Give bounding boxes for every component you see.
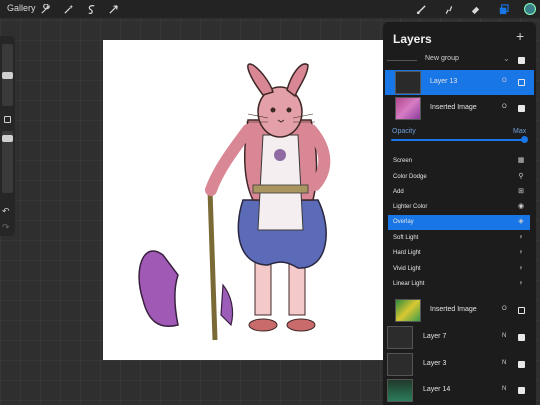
layer-blend-mode[interactable]: N <box>502 386 506 392</box>
layer-row-layer-14[interactable]: Layer 14 N <box>385 378 534 403</box>
layer-name: Layer 13 <box>430 78 458 85</box>
axe-blade-right <box>220 283 234 327</box>
smudge-icon[interactable] <box>441 2 455 16</box>
hard-light-icon: ♀ <box>518 249 524 256</box>
blend-mode-label: Overlay <box>393 219 414 225</box>
blend-mode-linear-light[interactable]: Linear Light ♀ <box>388 277 530 292</box>
blend-mode-vivid-light[interactable]: Vivid Light ♀ <box>388 262 530 277</box>
layer-thumbnail <box>387 353 413 376</box>
layer-thumbnail <box>387 326 413 349</box>
layer-blend-mode[interactable]: N <box>502 360 506 366</box>
blend-mode-add[interactable]: Add ⊞ <box>388 185 530 200</box>
layer-name: Inserted Image <box>430 104 477 111</box>
drawing-canvas[interactable] <box>103 40 383 360</box>
layer-visibility-checkbox[interactable] <box>518 334 525 341</box>
blend-mode-label: Hard Light <box>393 250 421 256</box>
blend-mode-label: Screen <box>393 158 413 164</box>
brush-size-slider[interactable] <box>2 44 13 106</box>
wrench-icon[interactable] <box>38 2 52 16</box>
layer-name: Layer 7 <box>423 333 447 340</box>
layer-thumbnail <box>395 299 421 322</box>
group-name: New group <box>425 55 459 62</box>
gallery-button[interactable]: Gallery <box>7 3 36 13</box>
magic-wand-icon[interactable] <box>61 2 75 16</box>
top-toolbar: Gallery <box>0 0 540 18</box>
chevron-down-icon[interactable]: ⌄ <box>503 54 510 63</box>
eraser-icon[interactable] <box>468 2 482 16</box>
layer-opacity-slider[interactable] <box>391 139 527 141</box>
blend-mode-label: Linear Light <box>393 281 425 287</box>
left-ear <box>247 63 274 96</box>
layer-name: Layer 14 <box>423 386 451 393</box>
blend-mode-screen[interactable]: Screen ▦ <box>388 154 530 169</box>
overlay-icon: ◈ <box>518 218 524 225</box>
layer-name: Inserted Image <box>430 306 477 313</box>
layer-opacity-knob[interactable] <box>521 136 528 143</box>
opacity-label: Opacity <box>392 128 416 135</box>
opacity-thumb[interactable] <box>2 135 13 142</box>
blend-mode-label: Color Dodge <box>393 174 427 180</box>
rabbit-illustration <box>138 63 331 341</box>
layer-visibility-checkbox[interactable] <box>518 387 525 394</box>
layer-blend-mode[interactable]: N <box>502 333 506 339</box>
blend-mode-hard-light[interactable]: Hard Light ♀ <box>388 246 530 261</box>
layer-visibility-checkbox[interactable] <box>518 79 525 86</box>
blend-mode-color-dodge[interactable]: Color Dodge ⚲ <box>388 170 530 185</box>
blend-mode-overlay[interactable]: Overlay ◈ <box>388 215 530 230</box>
screen-icon: ▦ <box>517 157 525 164</box>
blend-mode-lighter-color[interactable]: Lighter Color ◉ <box>388 200 530 215</box>
blend-mode-label: Vivid Light <box>393 266 421 272</box>
modify-button[interactable] <box>4 116 11 123</box>
blend-mode-label: Soft Light <box>393 235 419 241</box>
blend-mode-label: Lighter Color <box>393 204 428 210</box>
brush-icon[interactable] <box>414 2 428 16</box>
brush-size-thumb[interactable] <box>2 72 13 79</box>
layers-icon[interactable] <box>496 2 510 16</box>
layer-blend-mode[interactable]: O <box>502 78 507 84</box>
blend-mode-soft-light[interactable]: Soft Light ♀ <box>388 231 530 246</box>
layer-blend-mode[interactable]: O <box>502 104 507 110</box>
blend-mode-label: Add <box>393 189 404 195</box>
vivid-light-icon: ♀ <box>518 265 524 272</box>
layers-panel-title: Layers <box>393 32 432 46</box>
layers-panel: Layers + New group ⌄ Layer 13 O Inserted… <box>383 22 536 405</box>
opacity-max-label: Max <box>513 128 527 135</box>
layer-row-inserted-image-2[interactable]: Inserted Image O <box>385 298 534 323</box>
transform-icon[interactable] <box>106 2 120 16</box>
layer-row-layer-13[interactable]: Layer 13 O <box>385 70 534 95</box>
layer-visibility-checkbox[interactable] <box>518 105 525 112</box>
layer-visibility-checkbox[interactable] <box>518 307 525 314</box>
layer-thumbnail <box>395 97 421 120</box>
selection-icon[interactable] <box>84 2 98 16</box>
axe-head <box>138 250 179 327</box>
group-divider <box>387 60 417 61</box>
layer-thumbnail <box>387 379 413 402</box>
layer-visibility-checkbox[interactable] <box>518 361 525 368</box>
left-sidebar: ↶ ↷ <box>0 36 15 236</box>
right-ear <box>286 63 309 98</box>
layer-thumbnail <box>395 71 421 94</box>
layer-group-row[interactable]: New group ⌄ <box>383 52 536 68</box>
color-picker-swatch[interactable] <box>524 3 536 15</box>
undo-icon[interactable]: ↶ <box>2 206 10 217</box>
opacity-slider[interactable] <box>2 131 13 193</box>
axe-handle <box>207 189 218 341</box>
linear-light-icon: ♀ <box>518 280 524 287</box>
layer-row-inserted-image[interactable]: Inserted Image O <box>385 96 534 121</box>
left-arm <box>205 124 254 196</box>
add-icon: ⊞ <box>518 188 524 195</box>
add-layer-button[interactable]: + <box>516 28 524 44</box>
layer-blend-mode[interactable]: O <box>502 306 507 312</box>
group-visibility-checkbox[interactable] <box>518 57 525 64</box>
lighter-color-icon: ◉ <box>517 203 525 210</box>
layer-name: Layer 3 <box>423 360 447 367</box>
layer-row-layer-3[interactable]: Layer 3 N <box>385 352 534 377</box>
color-dodge-icon: ⚲ <box>518 173 524 180</box>
layer-row-layer-7[interactable]: Layer 7 N <box>385 325 534 350</box>
redo-icon[interactable]: ↷ <box>2 222 10 233</box>
soft-light-icon: ♀ <box>518 234 524 241</box>
